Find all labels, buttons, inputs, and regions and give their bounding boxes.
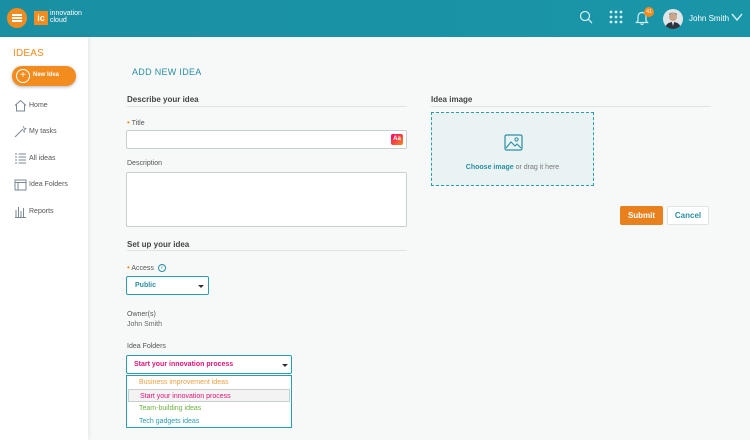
image-icon [504, 134, 523, 151]
sidebar-item-all-ideas[interactable]: All ideas [14, 152, 86, 166]
folder-option[interactable]: Tech gadgets ideas [128, 415, 290, 428]
access-label: • Access i [127, 263, 166, 273]
setup-heading: Set up your idea [127, 240, 190, 249]
choose-image-link[interactable]: Choose image [466, 164, 514, 171]
image-heading: Idea image [431, 95, 473, 104]
owner-value: John Smith [127, 321, 163, 328]
folder-option-selected[interactable]: Start your innovation process [128, 389, 290, 402]
user-name[interactable]: John Smith [689, 14, 729, 23]
idea-folders-dropdown: Business improvement ideas Start your in… [126, 375, 292, 428]
idea-folders-select[interactable]: Start your innovation process [126, 355, 292, 374]
description-textarea[interactable] [126, 172, 407, 227]
info-icon[interactable]: i [157, 264, 166, 273]
sidebar-title: IDEAS [13, 48, 45, 59]
list-icon [15, 153, 26, 164]
caret-down-icon [198, 285, 204, 288]
folder-option[interactable]: Business improvement ideas [128, 376, 290, 389]
caret-down-icon [282, 364, 288, 367]
plus-icon: + [16, 69, 30, 83]
folder-option[interactable]: Team-building ideas [128, 402, 290, 415]
apps-grid-icon[interactable] [609, 10, 623, 24]
divider [127, 106, 407, 107]
divider [431, 106, 711, 107]
access-select[interactable]: Public [126, 276, 209, 295]
drag-hint: or drag it here [515, 164, 560, 171]
description-label: Description [127, 160, 163, 167]
reports-icon [15, 207, 26, 218]
describe-heading: Describe your idea [127, 95, 199, 104]
home-icon [14, 99, 27, 112]
chevron-down-icon[interactable] [731, 12, 743, 22]
new-idea-button[interactable]: + New Idea [12, 66, 76, 86]
owner-label: Owner(s) [127, 311, 156, 318]
divider [127, 250, 407, 251]
avatar[interactable] [663, 9, 683, 29]
text-format-button[interactable]: Aa [391, 134, 403, 145]
sidebar-item-home[interactable]: Home [14, 99, 86, 113]
sidebar-item-my-tasks[interactable]: My tasks [14, 125, 86, 139]
logo-mark: ic [34, 11, 48, 25]
sidebar-item-idea-folders[interactable]: Idea Folders [14, 178, 86, 192]
image-dropzone[interactable]: Choose image or drag it here [431, 112, 594, 186]
folder-icon [14, 179, 27, 191]
sidebar-item-reports[interactable]: Reports [14, 205, 86, 219]
search-icon[interactable] [579, 10, 593, 24]
title-label: • Title [127, 118, 145, 127]
submit-button[interactable]: Submit [620, 206, 663, 225]
sidebar: IDEAS + New Idea Home My tasks All ideas [0, 37, 88, 440]
idea-folders-label: Idea Folders [127, 343, 166, 350]
page-title: ADD NEW IDEA [132, 67, 202, 77]
tasks-icon [14, 125, 27, 138]
cancel-button[interactable]: Cancel [667, 206, 709, 225]
top-bar: ic innovation cloud 41 John Smith [0, 0, 750, 37]
menu-button[interactable] [7, 8, 27, 28]
title-input[interactable] [126, 130, 407, 149]
logo-text: innovation cloud [50, 10, 82, 24]
notification-badge: 41 [644, 7, 654, 17]
